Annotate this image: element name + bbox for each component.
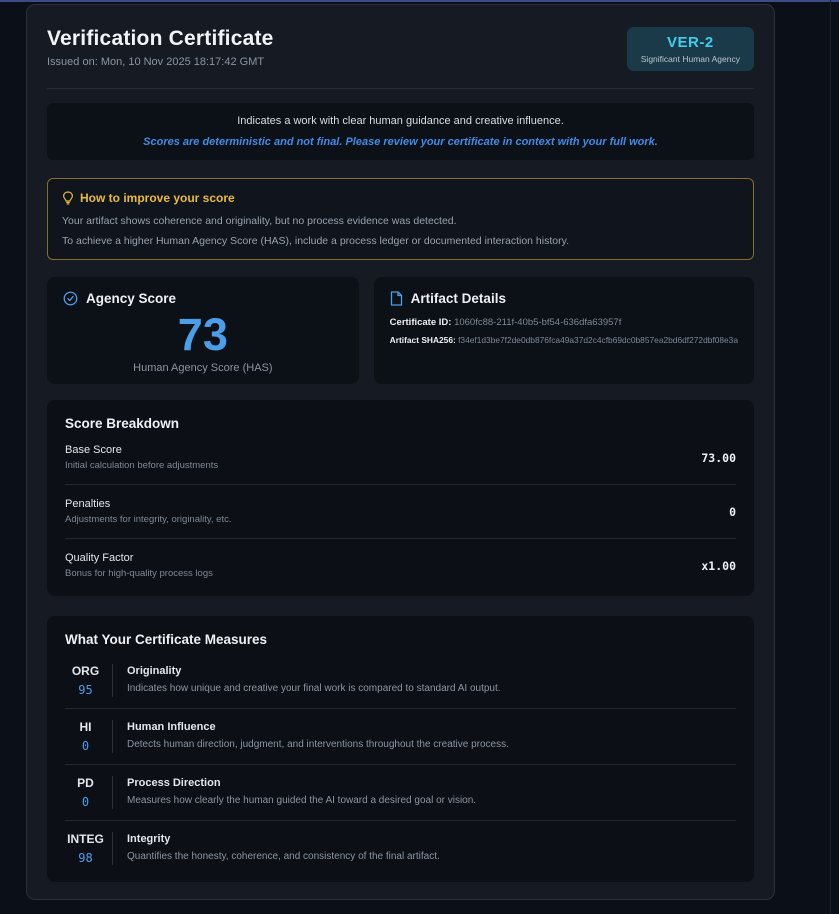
breakdown-value: 0 — [729, 504, 736, 519]
artifact-details-panel: Artifact Details Certificate ID: 1060fc8… — [373, 277, 754, 384]
measure-info: Originality Indicates how unique and cre… — [127, 664, 501, 697]
breakdown-row-text: Penalties Adjustments for integrity, ori… — [65, 498, 232, 525]
agency-score-panel: Agency Score 73 Human Agency Score (HAS) — [47, 277, 359, 384]
measure-key: PD 0 — [65, 776, 113, 809]
artifact-sha-label: Artifact SHA256: — [389, 335, 456, 345]
badge-code: VER-2 — [667, 34, 714, 51]
page-title: Verification Certificate — [47, 27, 274, 50]
browser-top-strip — [0, 0, 839, 2]
measure-row-originality: ORG 95 Originality Indicates how unique … — [65, 653, 736, 709]
measure-desc: Detects human direction, judgment, and i… — [127, 739, 509, 750]
agency-score-title: Agency Score — [86, 291, 177, 306]
agency-score-title-row: Agency Score — [63, 291, 343, 306]
breakdown-row-penalties: Penalties Adjustments for integrity, ori… — [65, 485, 736, 539]
breakdown-label: Base Score — [65, 444, 122, 456]
measure-key: ORG 95 — [65, 664, 113, 697]
has-score-value: 73 — [177, 309, 228, 360]
measure-score: 0 — [81, 739, 90, 753]
measure-abbr: ORG — [71, 664, 100, 678]
artifact-sha-value: f34ef1d3be7f2de0db876fca49a37d2c4cfb69dc… — [458, 335, 738, 345]
measure-row-process-direction: PD 0 Process Direction Measures how clea… — [65, 765, 736, 821]
score-breakdown-box: Score Breakdown Base Score Initial calcu… — [47, 400, 754, 596]
badge-label: Significant Human Agency — [640, 54, 740, 64]
measure-info: Human Influence Detects human direction,… — [127, 720, 509, 753]
measure-abbr: INTEG — [67, 832, 104, 846]
measures-box: What Your Certificate Measures ORG 95 Or… — [47, 616, 754, 882]
summary-disclaimer: Scores are deterministic and not final. … — [143, 136, 658, 148]
measure-score: 98 — [78, 851, 93, 865]
breakdown-desc: Bonus for high-quality process logs — [65, 568, 213, 579]
breakdown-label: Penalties — [65, 498, 111, 510]
improve-title-row: How to improve your score — [62, 191, 739, 205]
lightbulb-icon — [62, 191, 74, 205]
artifact-sha-row: Artifact SHA256: f34ef1d3be7f2de0db876fc… — [390, 335, 738, 345]
document-icon — [390, 291, 402, 306]
score-and-artifact-grid: Agency Score 73 Human Agency Score (HAS)… — [47, 277, 754, 384]
header: Verification Certificate Issued on: Mon,… — [47, 27, 754, 71]
measure-label: Integrity — [127, 833, 171, 845]
measure-desc: Indicates how unique and creative your f… — [127, 683, 501, 694]
measure-info: Process Direction Measures how clearly t… — [127, 776, 476, 809]
measure-label: Human Influence — [127, 721, 216, 733]
breakdown-row-quality-factor: Quality Factor Bonus for high-quality pr… — [65, 539, 736, 592]
measure-label: Originality — [127, 665, 182, 677]
artifact-details-title-row: Artifact Details — [390, 291, 738, 306]
score-breakdown-title: Score Breakdown — [65, 416, 180, 431]
measure-key: INTEG 98 — [65, 832, 113, 865]
breakdown-desc: Adjustments for integrity, originality, … — [65, 514, 232, 525]
measure-desc: Quantifies the honesty, coherence, and c… — [127, 851, 440, 862]
improve-line-1: Your artifact shows coherence and origin… — [62, 215, 457, 227]
summary-line: Indicates a work with clear human guidan… — [237, 115, 564, 127]
breakdown-desc: Initial calculation before adjustments — [65, 460, 219, 471]
improve-title: How to improve your score — [80, 191, 235, 205]
measure-info: Integrity Quantifies the honesty, cohere… — [127, 832, 440, 865]
improve-score-box: How to improve your score Your artifact … — [47, 178, 754, 260]
summary-box: Indicates a work with clear human guidan… — [47, 103, 754, 160]
has-score-label: Human Agency Score (HAS) — [133, 362, 273, 374]
breakdown-row-base-score: Base Score Initial calculation before ad… — [65, 431, 736, 485]
issued-timestamp: Issued on: Mon, 10 Nov 2025 18:17:42 GMT — [47, 56, 265, 68]
breakdown-value: x1.00 — [701, 558, 736, 573]
measure-key: HI 0 — [65, 720, 113, 753]
header-text: Verification Certificate Issued on: Mon,… — [47, 27, 274, 68]
header-divider — [47, 88, 754, 89]
check-circle-icon — [63, 291, 78, 306]
measure-score: 0 — [81, 795, 90, 809]
breakdown-value: 73.00 — [701, 450, 736, 465]
certificate-card: Verification Certificate Issued on: Mon,… — [26, 4, 775, 900]
artifact-details-title: Artifact Details — [410, 291, 506, 306]
measure-abbr: HI — [79, 720, 92, 734]
verification-level-badge: VER-2 Significant Human Agency — [626, 27, 754, 71]
measure-row-integrity: INTEG 98 Integrity Quantifies the honest… — [65, 821, 736, 876]
breakdown-label: Quality Factor — [65, 552, 134, 564]
breakdown-row-text: Base Score Initial calculation before ad… — [65, 444, 218, 471]
measure-score: 95 — [78, 683, 93, 697]
measure-desc: Measures how clearly the human guided th… — [127, 795, 477, 806]
scrollbar-track[interactable] — [830, 0, 831, 914]
improve-line-2: To achieve a higher Human Agency Score (… — [62, 235, 569, 247]
certificate-id-label: Certificate ID: — [389, 317, 452, 328]
certificate-id-row: Certificate ID: 1060fc88-211f-40b5-bf54-… — [390, 317, 738, 328]
measure-row-human-influence: HI 0 Human Influence Detects human direc… — [65, 709, 736, 765]
breakdown-row-text: Quality Factor Bonus for high-quality pr… — [65, 552, 213, 579]
certificate-id-value: 1060fc88-211f-40b5-bf54-636dfa63957f — [454, 317, 622, 328]
measure-abbr: PD — [77, 776, 94, 790]
measures-title: What Your Certificate Measures — [65, 632, 268, 647]
measure-label: Process Direction — [127, 777, 221, 789]
